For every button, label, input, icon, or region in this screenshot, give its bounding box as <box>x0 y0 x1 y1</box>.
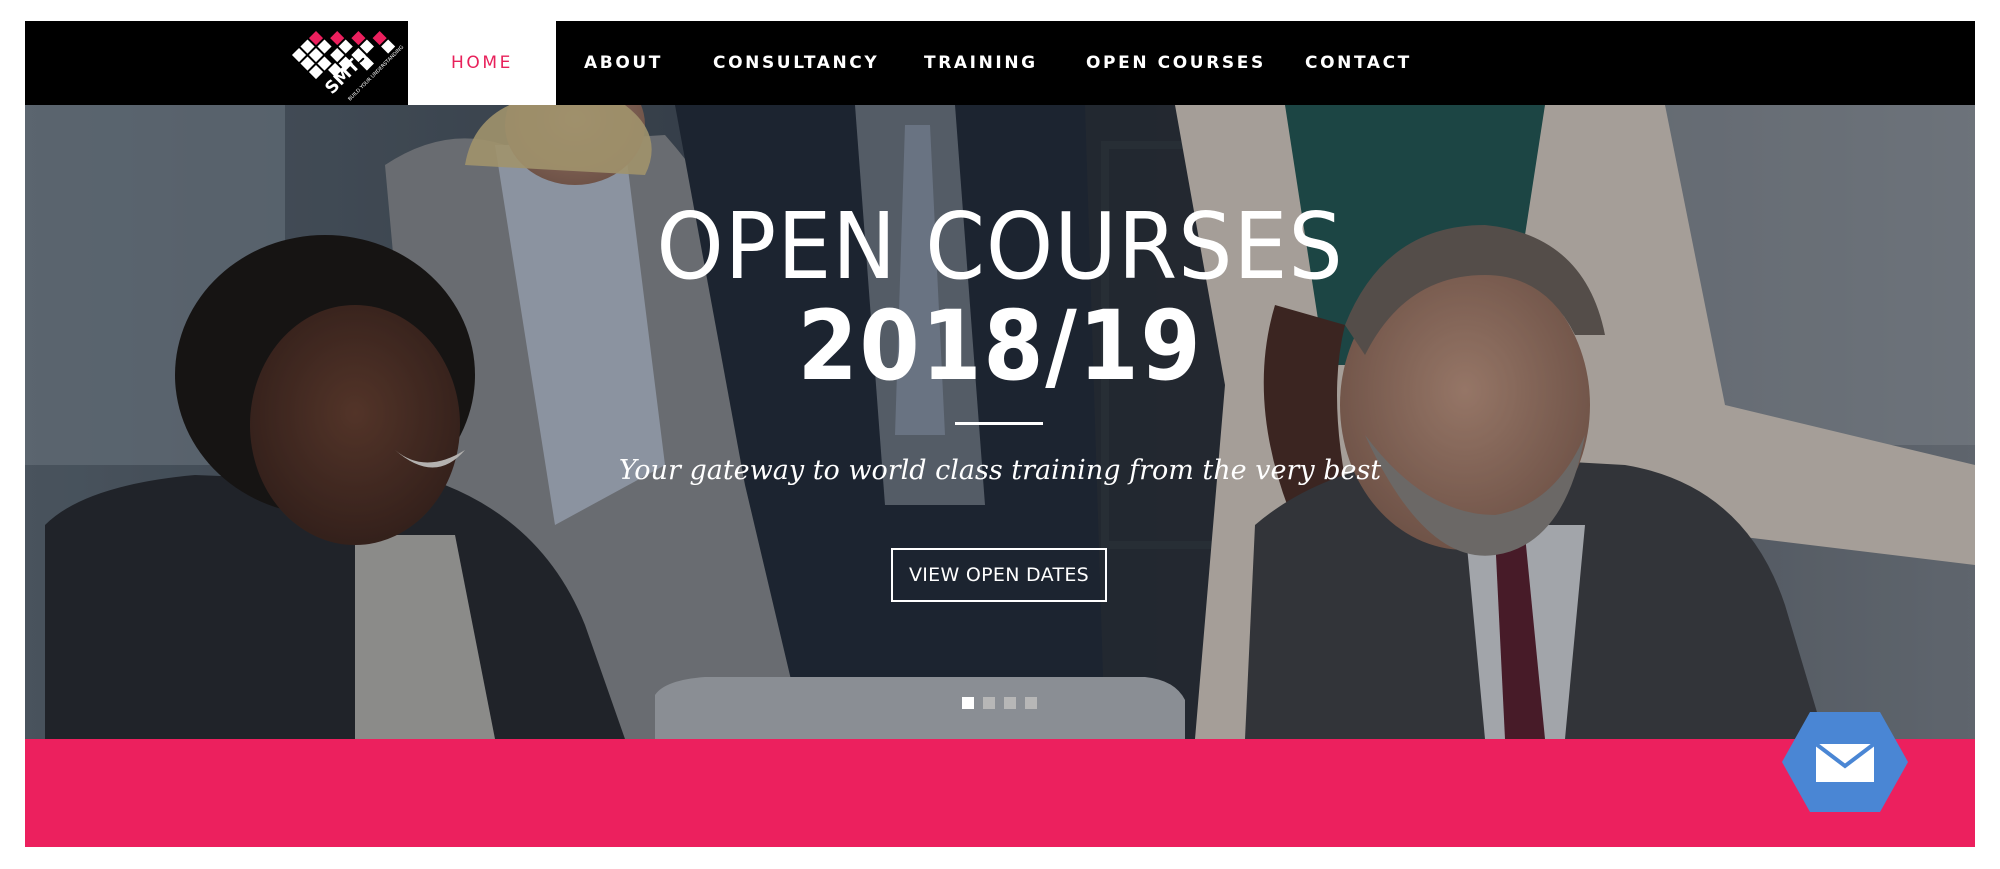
contact-mail-button[interactable] <box>1780 710 1910 815</box>
nav-item-contact[interactable]: CONTACT <box>1305 21 1412 105</box>
hero-title: OPEN COURSES <box>656 193 1344 300</box>
nav-item-about[interactable]: ABOUT <box>584 21 663 105</box>
hero-year: 2018/19 <box>797 290 1203 402</box>
view-open-dates-button[interactable]: VIEW OPEN DATES <box>891 548 1107 602</box>
nav-item-open-courses[interactable]: OPEN COURSES <box>1086 21 1266 105</box>
hero-tagline: Your gateway to world class training fro… <box>618 455 1382 486</box>
svg-text:SMTS: SMTS <box>321 47 373 99</box>
top-navigation: SMTS BUILD YOUR UNDERSTANDING HOME ABOUT… <box>25 21 1975 105</box>
slider-dot-4[interactable] <box>1025 697 1037 709</box>
hero-slider: OPEN COURSES 2018/19 Your gateway to wor… <box>25 105 1975 739</box>
envelope-icon <box>1782 712 1908 812</box>
page: SMTS BUILD YOUR UNDERSTANDING HOME ABOUT… <box>25 21 1975 847</box>
slider-dot-3[interactable] <box>1004 697 1016 709</box>
nav-item-consultancy[interactable]: CONSULTANCY <box>713 21 879 105</box>
nav-item-home[interactable]: HOME <box>408 21 556 105</box>
slider-dot-2[interactable] <box>983 697 995 709</box>
accent-band <box>25 739 1975 847</box>
slider-dot-1[interactable] <box>962 697 974 709</box>
hero-divider <box>955 422 1043 425</box>
nav-item-training[interactable]: TRAINING <box>924 21 1038 105</box>
